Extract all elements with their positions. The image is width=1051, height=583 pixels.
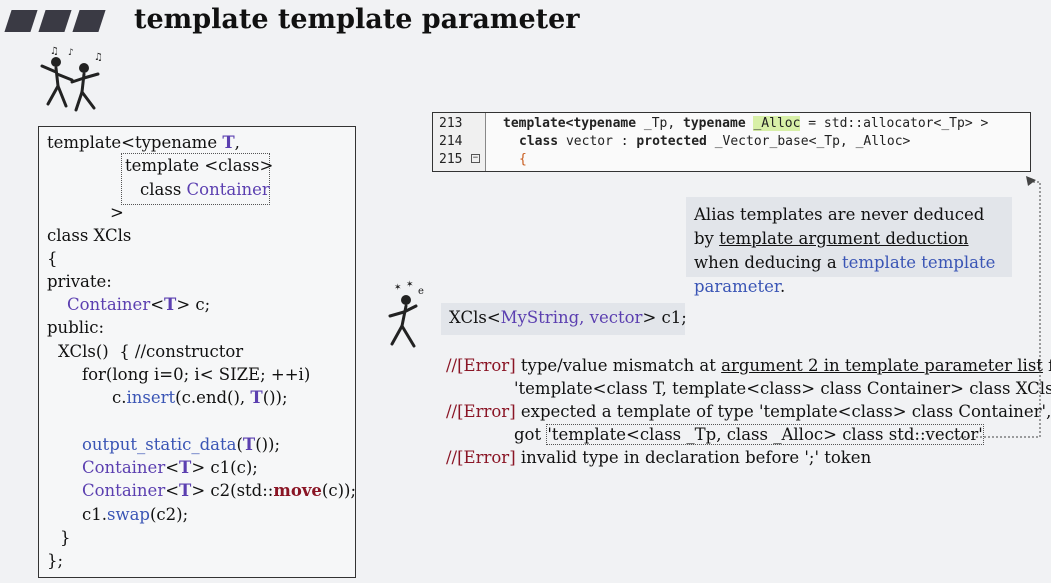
- connector-arrow: [952, 176, 1041, 438]
